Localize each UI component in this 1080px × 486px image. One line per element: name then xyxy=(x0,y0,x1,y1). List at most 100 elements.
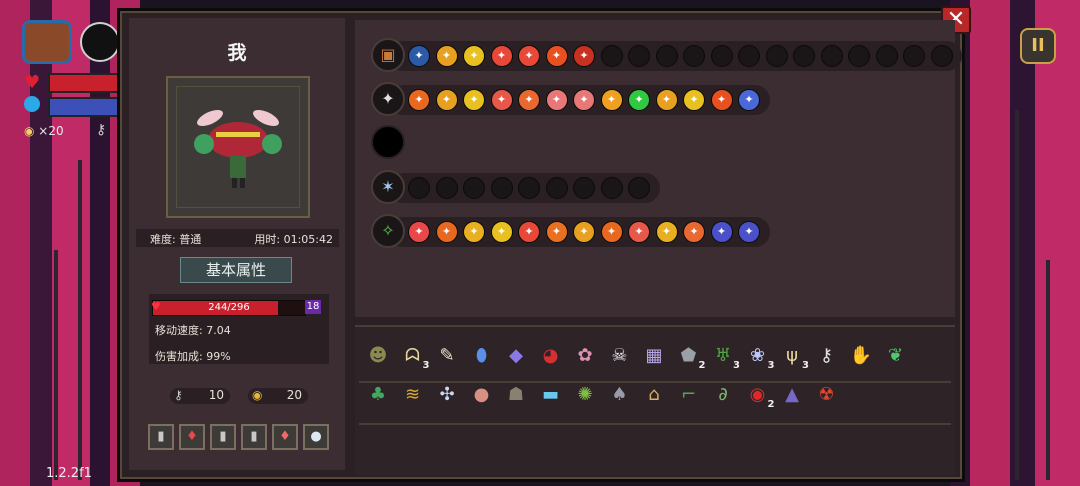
vine-staff-icon[interactable]: ✧ xyxy=(371,214,405,248)
mod-slot-icon[interactable]: ✦ xyxy=(518,45,540,67)
basic-attributes-title: 基本属性 xyxy=(180,257,292,283)
mod-slot-icon[interactable]: ✦ xyxy=(573,221,595,243)
item-count: 2 xyxy=(767,399,775,410)
gold-resource: ◉ 20 xyxy=(248,388,308,404)
empty-mod-slot[interactable] xyxy=(600,45,623,67)
staff-icon[interactable]: ✦ xyxy=(371,82,405,116)
empty-mod-slot[interactable] xyxy=(408,177,430,199)
mod-slot-icon[interactable]: ✦ xyxy=(655,89,678,111)
crystal-icon[interactable]: ◆ xyxy=(503,343,529,369)
mod-slot-icon[interactable]: ✦ xyxy=(435,45,458,67)
empty-mod-slot[interactable] xyxy=(628,177,650,199)
scythe-icon[interactable]: ✶ xyxy=(371,170,405,204)
mod-slot-icon[interactable]: ✦ xyxy=(600,221,623,243)
dark-cape-icon[interactable]: ☗ xyxy=(503,382,529,408)
mod-slot-icon[interactable]: ✦ xyxy=(545,221,568,243)
empty-mod-slot[interactable] xyxy=(848,45,870,67)
pause-button[interactable]: II xyxy=(1020,28,1056,64)
bottle-icon[interactable]: ▮ xyxy=(148,424,174,450)
mod-slot-icon[interactable]: ✦ xyxy=(463,221,485,243)
mod-slot-icon[interactable]: ✦ xyxy=(490,221,513,243)
mod-slot-icon[interactable]: ✦ xyxy=(435,89,458,111)
empty-mod-slot[interactable] xyxy=(903,45,925,67)
mod-slot-icon[interactable]: ✦ xyxy=(683,89,705,111)
empty-mod-slot[interactable] xyxy=(930,45,953,67)
chest-icon[interactable]: ▣ xyxy=(371,38,405,72)
mod-slot-icon[interactable]: ✦ xyxy=(545,89,568,111)
empty-mod-slot[interactable] xyxy=(628,45,650,67)
green-claw-icon[interactable]: ✋ xyxy=(848,343,874,369)
bottle-icon[interactable]: ▮ xyxy=(210,424,236,450)
robe-icon[interactable]: ▲ xyxy=(779,382,805,408)
skull-icon[interactable]: ☠ xyxy=(607,343,633,369)
blue-egg-icon[interactable]: ⬮ xyxy=(469,343,495,369)
health-heart-icon: ♥ xyxy=(24,72,41,93)
hooded-figure-icon[interactable]: ♠ xyxy=(607,382,633,408)
mod-slot-icon[interactable]: ✦ xyxy=(573,89,595,111)
mod-slot-icon[interactable]: ✦ xyxy=(573,45,595,67)
empty-mod-slot[interactable] xyxy=(600,177,623,199)
mod-slot-icon[interactable]: ✦ xyxy=(518,221,540,243)
brain-icon[interactable]: ✿ xyxy=(572,343,598,369)
mod-slot-icon[interactable]: ✦ xyxy=(628,221,650,243)
mod-slot-icon[interactable]: ✦ xyxy=(408,45,430,67)
weapon-staff-button[interactable] xyxy=(80,22,120,62)
feather-icon[interactable]: ✎ xyxy=(434,343,460,369)
gold-scroll-icon[interactable]: ≋ xyxy=(400,382,426,408)
empty-mod-slot[interactable] xyxy=(765,45,788,67)
mod-slot-icon[interactable]: ✦ xyxy=(655,221,678,243)
empty-mod-slot[interactable] xyxy=(820,45,843,67)
empty-mod-slot[interactable] xyxy=(793,45,815,67)
key-icon: ⚷ xyxy=(96,122,107,138)
empty-mod-slot[interactable] xyxy=(573,177,595,199)
mod-slot-icon[interactable]: ✦ xyxy=(600,89,623,111)
empty-mod-slot[interactable] xyxy=(435,177,458,199)
hook-icon[interactable]: ∂ xyxy=(710,382,736,408)
empty-mod-slot[interactable] xyxy=(545,177,568,199)
mod-slot-icon[interactable]: ✦ xyxy=(738,89,760,111)
empty-weapon-icon[interactable] xyxy=(371,125,405,159)
inventory-chest-button[interactable] xyxy=(22,20,72,64)
mod-slot-icon[interactable]: ✦ xyxy=(463,45,485,67)
mod-slot-icon[interactable]: ✦ xyxy=(518,89,540,111)
flask-icon[interactable]: ● xyxy=(303,424,329,450)
rune-card-icon[interactable]: ▦ xyxy=(641,343,667,369)
mod-slot-icon[interactable]: ✦ xyxy=(545,45,568,67)
red-bird-icon[interactable]: ◕ xyxy=(538,343,564,369)
battery-icon[interactable]: ▬ xyxy=(538,382,564,408)
mod-slot-icon[interactable]: ✦ xyxy=(738,221,760,243)
mod-slot-icon[interactable]: ✦ xyxy=(408,89,430,111)
bone-key-icon[interactable]: ⚷ xyxy=(814,343,840,369)
mod-slot-icon[interactable]: ✦ xyxy=(408,221,430,243)
empty-mod-slot[interactable] xyxy=(683,45,705,67)
mod-slot-icon[interactable]: ✦ xyxy=(435,221,458,243)
empty-mod-slot[interactable] xyxy=(875,45,898,67)
mod-slot-icon[interactable]: ✦ xyxy=(710,221,733,243)
mod-slot-icon[interactable]: ✦ xyxy=(628,89,650,111)
red-potion-icon[interactable]: ♦ xyxy=(272,424,298,450)
empty-mod-slot[interactable] xyxy=(490,177,513,199)
item-count: 3 xyxy=(733,360,740,371)
empty-mod-slot[interactable] xyxy=(655,45,678,67)
ghost-mask-icon[interactable]: ☻ xyxy=(365,343,391,369)
leaf-icon[interactable]: ❦ xyxy=(883,343,909,369)
bottle-icon[interactable]: ▮ xyxy=(241,424,267,450)
lantern-icon[interactable]: ⌂ xyxy=(641,382,667,408)
empty-mod-slot[interactable] xyxy=(463,177,485,199)
mod-slot-icon[interactable]: ✦ xyxy=(683,221,705,243)
green-gem-icon[interactable]: ✺ xyxy=(572,382,598,408)
dragonfly-icon[interactable]: ✣ xyxy=(434,382,460,408)
mod-slot-icon[interactable]: ✦ xyxy=(490,45,513,67)
empty-mod-slot[interactable] xyxy=(710,45,733,67)
flesh-orb-icon[interactable]: ● xyxy=(469,382,495,408)
mana-orb-icon xyxy=(24,96,40,112)
boot-icon[interactable]: ⌐ xyxy=(676,382,702,408)
clover-icon[interactable]: ♣ xyxy=(365,382,391,408)
mod-slot-icon[interactable]: ✦ xyxy=(710,89,733,111)
red-potion-icon[interactable]: ♦ xyxy=(179,424,205,450)
mod-slot-icon[interactable]: ✦ xyxy=(463,89,485,111)
empty-mod-slot[interactable] xyxy=(518,177,540,199)
empty-mod-slot[interactable] xyxy=(738,45,760,67)
mod-slot-icon[interactable]: ✦ xyxy=(490,89,513,111)
demon-head-icon[interactable]: ☢ xyxy=(814,382,840,408)
